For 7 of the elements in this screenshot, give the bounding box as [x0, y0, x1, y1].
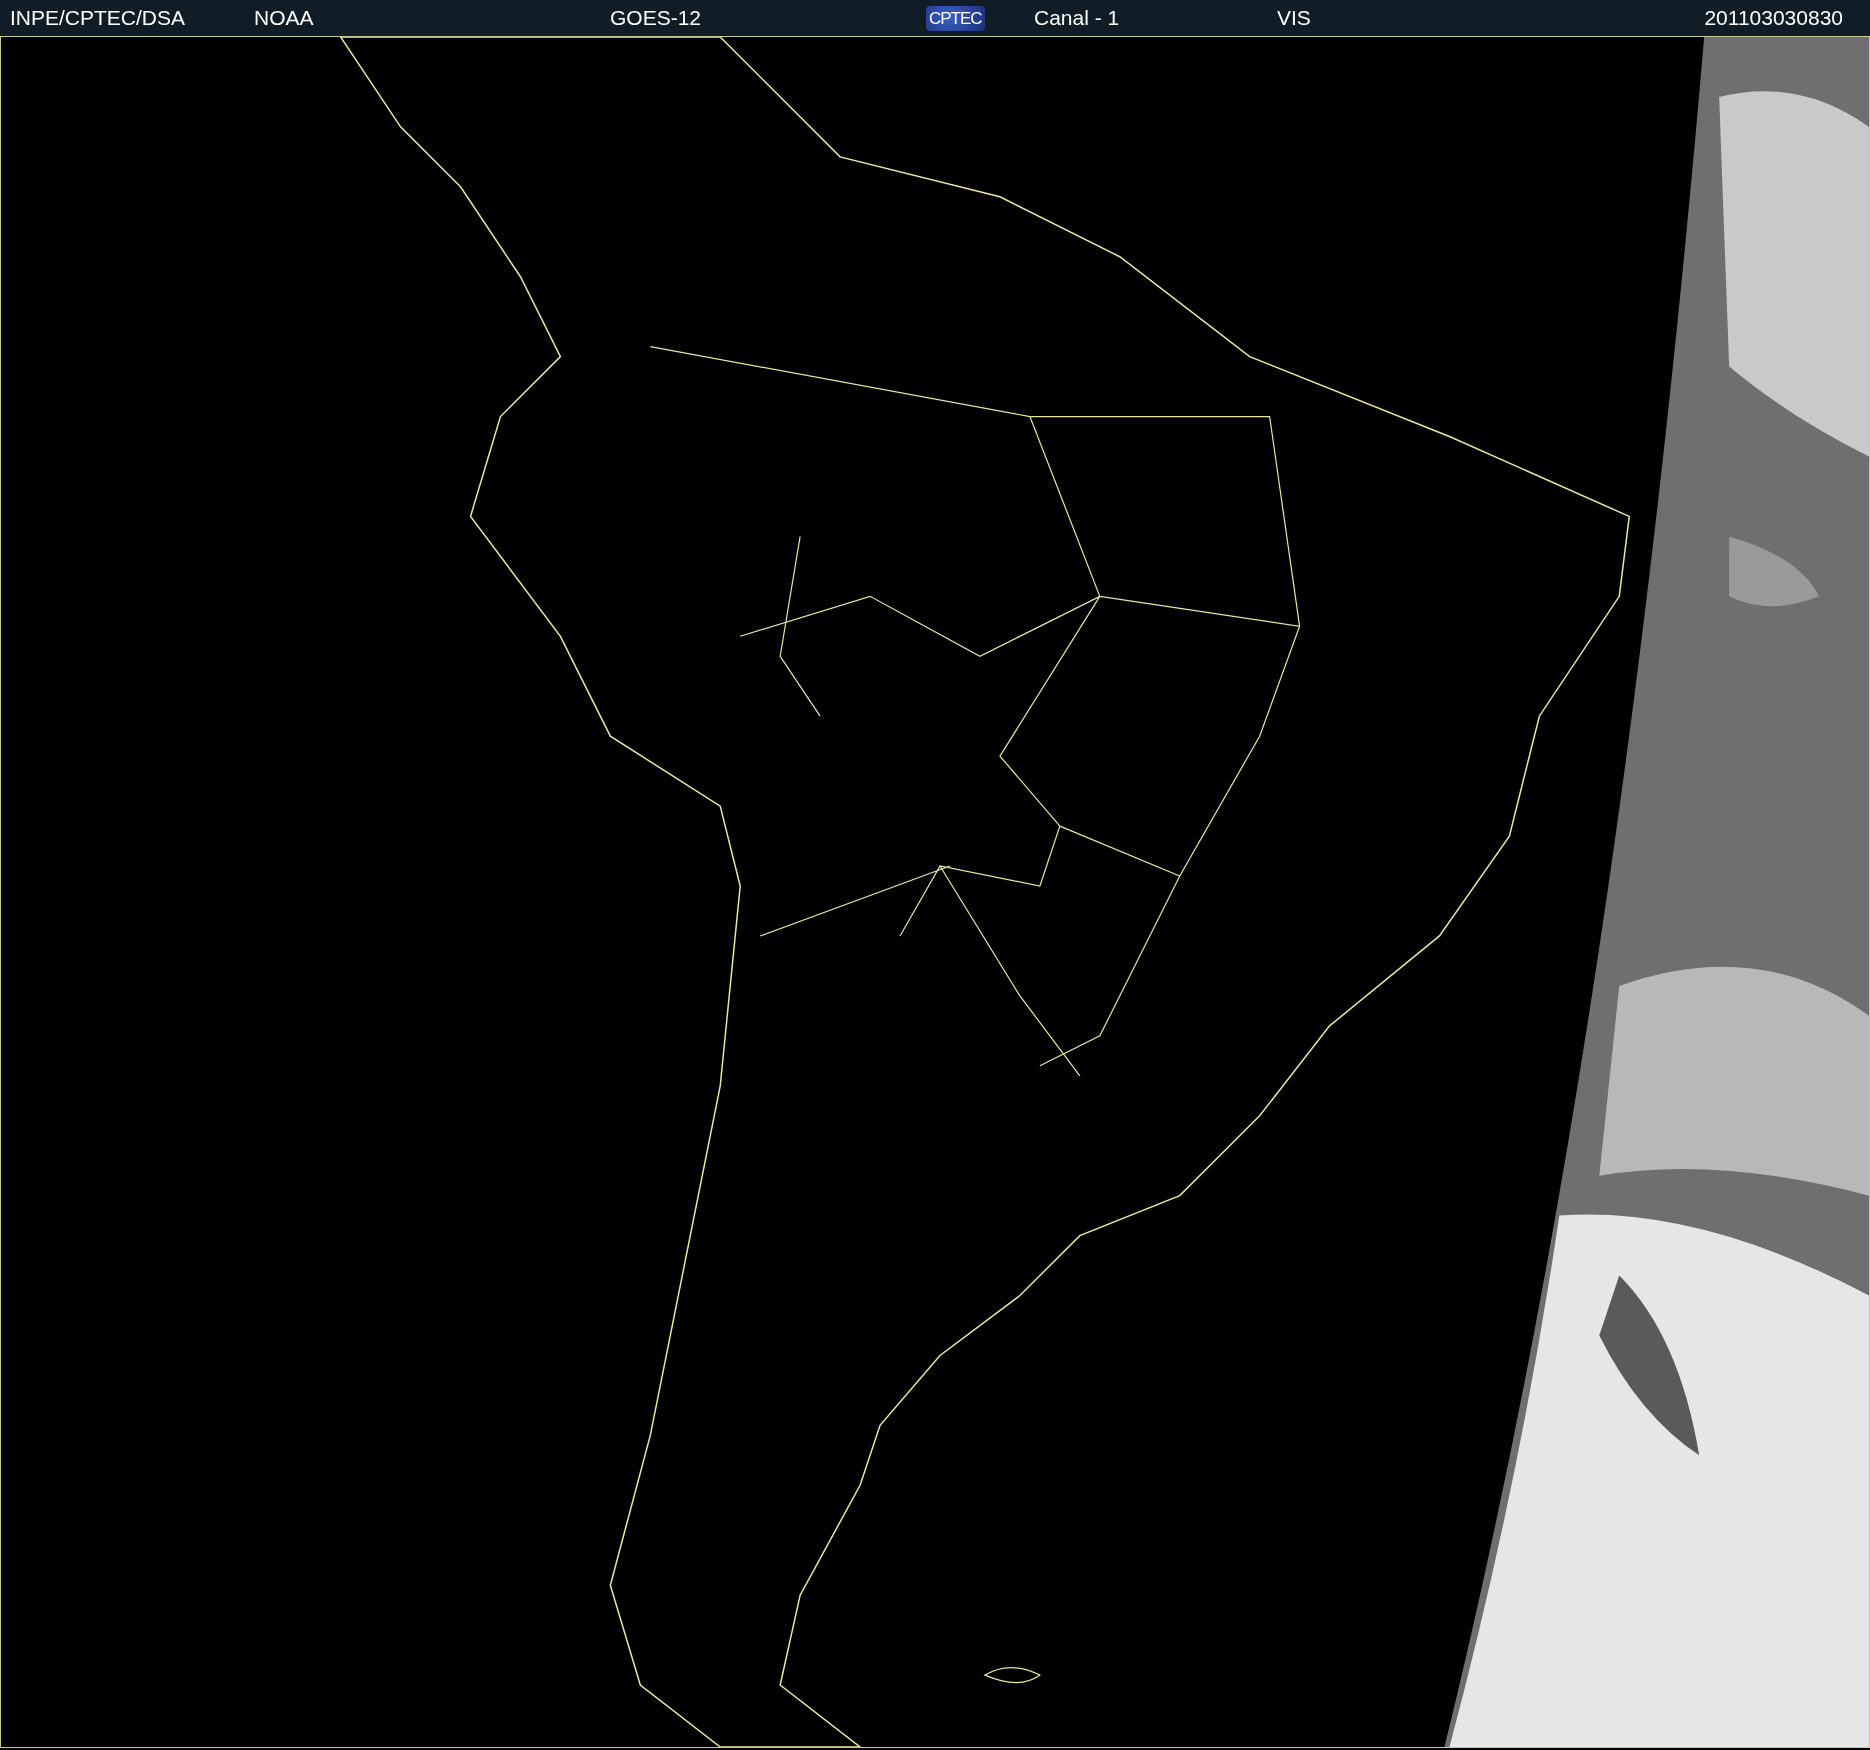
header-label: VIS: [1277, 6, 1311, 30]
header-label: GOES-12: [610, 6, 702, 30]
logo: CPTEC: [926, 5, 985, 31]
header-label: 201103030830: [1704, 6, 1843, 30]
header-label: INPE/CPTEC/DSA: [10, 6, 186, 30]
header-label: Canal - 1: [1034, 6, 1120, 30]
header-label: NOAA: [254, 6, 314, 30]
